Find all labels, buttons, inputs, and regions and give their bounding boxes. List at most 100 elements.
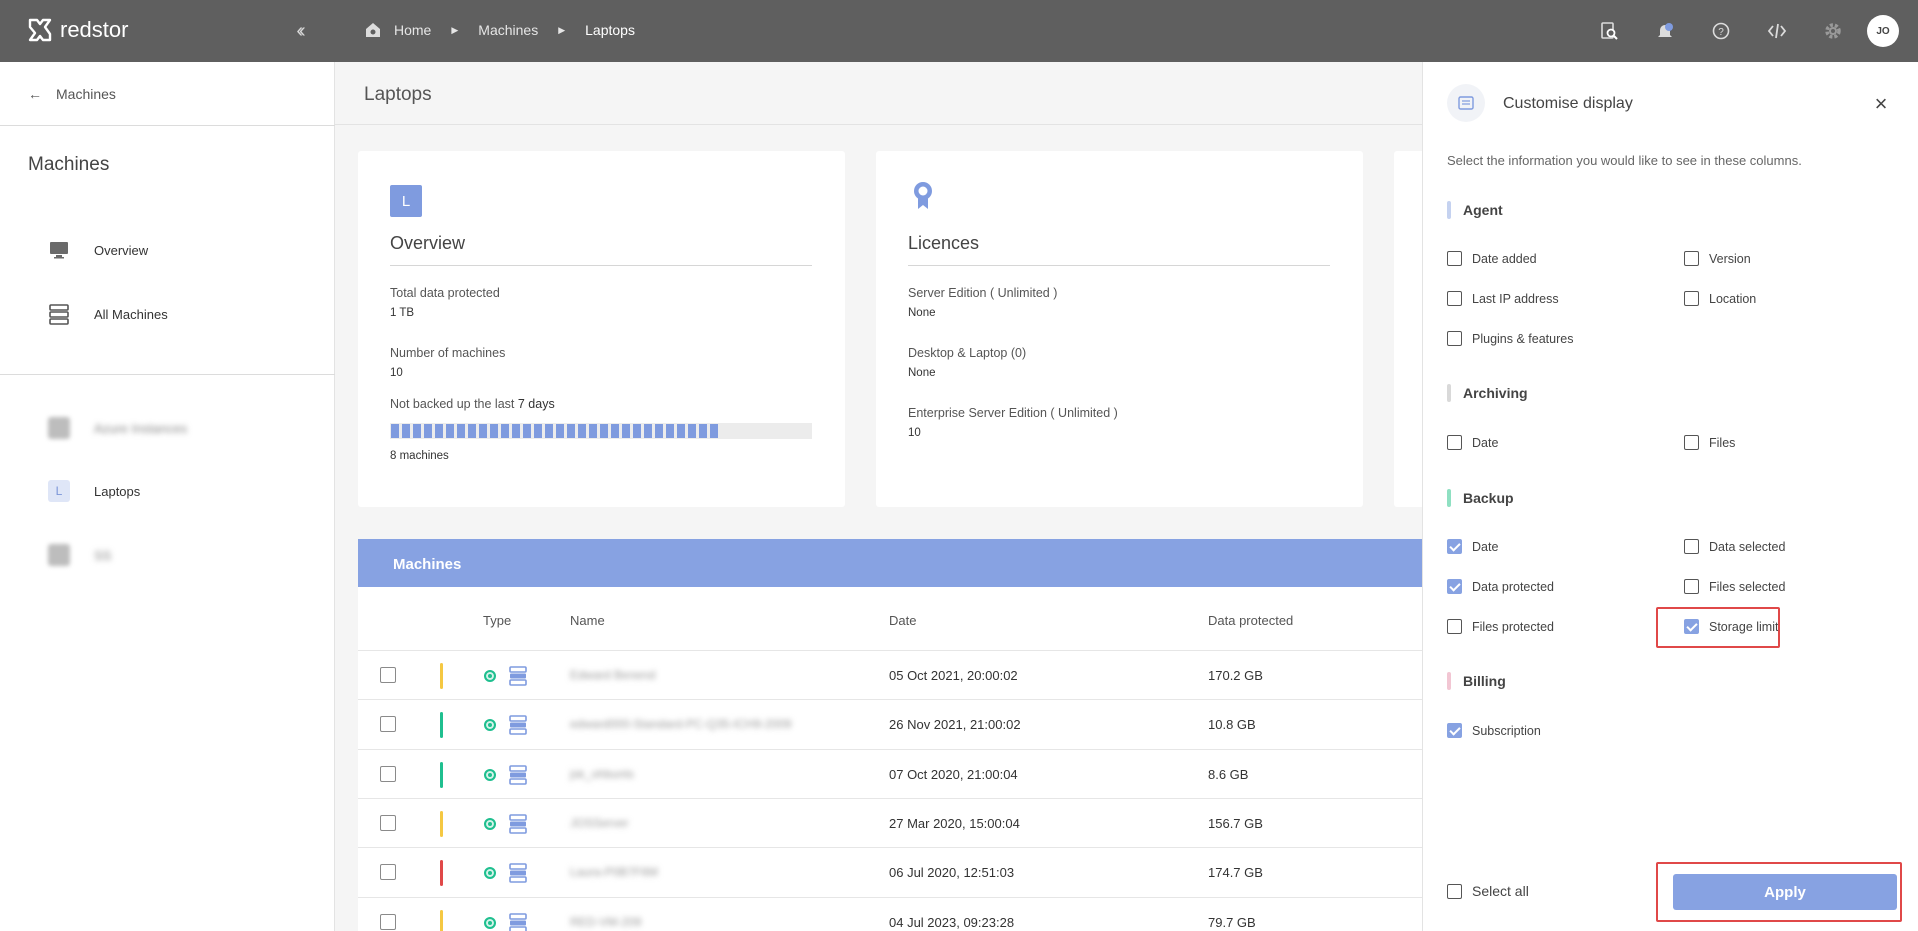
- checkbox[interactable]: [1684, 435, 1699, 450]
- group-badge: L: [48, 480, 70, 502]
- option-date-added[interactable]: Date added: [1447, 251, 1537, 266]
- checkbox[interactable]: [1684, 579, 1699, 594]
- option-label: Date: [1472, 435, 1499, 450]
- sidebar-item-all-machines[interactable]: All Machines: [48, 303, 168, 325]
- column-header-data-protected[interactable]: Data protected: [1208, 613, 1293, 628]
- online-status-icon: [484, 916, 496, 929]
- machine-name[interactable]: Laura-P0B7F6M: [570, 865, 658, 879]
- progress-segment: [688, 424, 696, 438]
- machine-name[interactable]: edward000-Standard-PC-Q35-ICH9-2009: [570, 717, 791, 731]
- settings-gear-icon[interactable]: [1821, 19, 1845, 43]
- redstor-logo[interactable]: redstor: [26, 16, 128, 44]
- back-to-machines-link[interactable]: ← Machines: [28, 86, 116, 102]
- checkbox[interactable]: [1447, 883, 1462, 899]
- row-checkbox[interactable]: [380, 864, 396, 881]
- checkbox[interactable]: [1447, 435, 1462, 450]
- machine-name[interactable]: RED-VM-209: [570, 915, 641, 929]
- home-icon[interactable]: [364, 21, 382, 39]
- sidebar-item-label: Overview: [94, 242, 149, 258]
- row-checkbox[interactable]: [380, 765, 396, 782]
- checkbox[interactable]: [1684, 539, 1699, 554]
- option-last-ip-address[interactable]: Last IP address: [1447, 291, 1559, 306]
- arrow-left-icon: ←: [28, 86, 42, 102]
- data-protected-value: 10.8 GB: [1208, 717, 1256, 733]
- collapse-sidebar-button[interactable]: ‹‹: [286, 18, 312, 44]
- machines-table: Type Name Date Data protected Edward Ben…: [358, 587, 1425, 931]
- checkbox[interactable]: [1684, 251, 1699, 266]
- sidebar-group-azure[interactable]: Azure Instances: [48, 417, 187, 439]
- option-subscription[interactable]: Subscription: [1447, 723, 1541, 738]
- table-row[interactable]: RED-VM-209 04 Jul 2023, 09:23:28 79.7 GB: [358, 896, 1425, 931]
- checkbox[interactable]: [1447, 723, 1462, 738]
- not-backed-days: 7 days: [517, 397, 555, 411]
- api-code-icon[interactable]: [1765, 19, 1789, 43]
- checkbox[interactable]: [1684, 291, 1699, 306]
- section-accent: [1447, 384, 1451, 402]
- progress-segment: [611, 424, 619, 438]
- sidebar-item-overview[interactable]: Overview: [48, 239, 148, 261]
- sidebar-group-ss[interactable]: SS: [48, 544, 111, 566]
- option-label: Files: [1709, 435, 1736, 450]
- table-row[interactable]: Edward Benend 05 Oct 2021, 20:00:02 170.2 …: [358, 650, 1425, 699]
- checkbox[interactable]: [1447, 291, 1462, 306]
- sidebar-title: Machines: [28, 154, 110, 175]
- row-checkbox[interactable]: [380, 667, 396, 683]
- table-row[interactable]: Laura-P0B7F6M 06 Jul 2020, 12:51:03 174.7 …: [358, 847, 1425, 896]
- section-archiving: Archiving: [1447, 384, 1528, 402]
- checkbox[interactable]: [1447, 539, 1462, 554]
- table-row[interactable]: jsk_ohbunts 07 Oct 2020, 21:00:04 8.6 GB: [358, 748, 1425, 798]
- search-document-icon[interactable]: [1597, 19, 1621, 43]
- row-checkbox[interactable]: [380, 913, 396, 930]
- row-checkbox[interactable]: [380, 716, 396, 733]
- option-backup-date[interactable]: Date: [1447, 539, 1498, 554]
- online-status-icon: [484, 867, 496, 880]
- machine-name[interactable]: jsk_ohbunts: [570, 767, 634, 781]
- machine-name[interactable]: Edward Benend: [570, 668, 655, 682]
- table-row[interactable]: JOSServer 27 Mar 2020, 15:00:04 156.7 GB: [358, 797, 1425, 847]
- option-files-selected[interactable]: Files selected: [1684, 579, 1785, 594]
- progress-segment: [391, 424, 399, 438]
- section-agent: Agent: [1447, 201, 1503, 219]
- licences-card: Licences Server Edition ( Unlimited ) No…: [876, 151, 1363, 507]
- option-plugins-features[interactable]: Plugins & features: [1447, 331, 1573, 346]
- breadcrumb-laptops[interactable]: Laptops: [585, 22, 635, 38]
- breadcrumb-machines[interactable]: Machines: [478, 22, 538, 38]
- online-status-icon: [484, 670, 496, 682]
- section-title: Billing: [1463, 673, 1506, 689]
- option-archiving-date[interactable]: Date: [1447, 435, 1498, 450]
- display-settings-icon: [1447, 84, 1485, 122]
- option-version[interactable]: Version: [1684, 251, 1751, 266]
- option-files-protected[interactable]: Files protected: [1447, 619, 1554, 634]
- notifications-icon[interactable]: [1653, 19, 1677, 43]
- section-backup: Backup: [1447, 489, 1514, 507]
- group-icon: [48, 544, 70, 566]
- help-icon[interactable]: ?: [1709, 19, 1733, 43]
- column-header-type[interactable]: Type: [483, 613, 511, 628]
- data-protected-value: 8.6 GB: [1208, 766, 1249, 782]
- checkbox[interactable]: [1447, 619, 1462, 634]
- machine-name[interactable]: JOSServer: [570, 816, 629, 830]
- data-protected-value: 79.7 GB: [1208, 914, 1256, 930]
- option-data-protected[interactable]: Data protected: [1447, 579, 1554, 594]
- column-header-date[interactable]: Date: [889, 613, 916, 628]
- column-header-name[interactable]: Name: [570, 613, 605, 628]
- progress-segment: [457, 424, 465, 438]
- progress-segment: [578, 424, 586, 438]
- breadcrumb-home[interactable]: Home: [394, 22, 431, 38]
- select-all-option[interactable]: Select all: [1447, 883, 1529, 899]
- row-checkbox[interactable]: [380, 814, 396, 831]
- sidebar-group-laptops[interactable]: L Laptops: [48, 480, 140, 502]
- user-avatar[interactable]: JO: [1867, 15, 1899, 47]
- option-location[interactable]: Location: [1684, 291, 1756, 306]
- progress-segment: [424, 424, 432, 438]
- option-label: Date: [1472, 539, 1499, 554]
- table-row[interactable]: edward000-Standard-PC-Q35-ICH9-2009 26 No…: [358, 699, 1425, 748]
- checkbox[interactable]: [1447, 251, 1462, 266]
- close-icon[interactable]: ×: [1869, 91, 1893, 116]
- checkbox[interactable]: [1447, 331, 1462, 346]
- option-archiving-files[interactable]: Files: [1684, 435, 1735, 450]
- apply-button[interactable]: Apply: [1673, 874, 1897, 910]
- checkbox[interactable]: [1447, 579, 1462, 594]
- option-data-selected[interactable]: Data selected: [1684, 539, 1785, 554]
- licences-title: Licences: [908, 233, 980, 253]
